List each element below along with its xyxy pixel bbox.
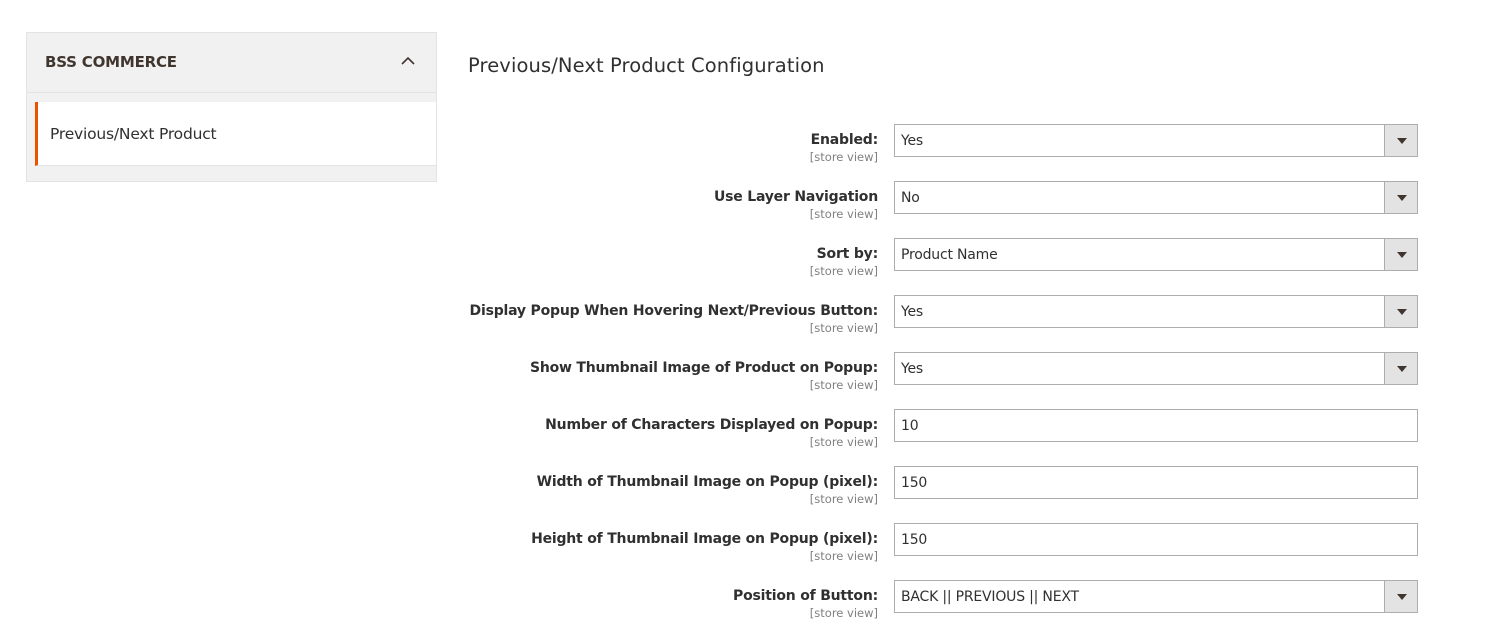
field-label: Position of Button: (733, 588, 878, 604)
sidebar-item-label: Previous/Next Product (50, 125, 217, 143)
field-label: Width of Thumbnail Image on Popup (pixel… (536, 474, 879, 490)
page-title: Previous/Next Product Configuration (468, 54, 825, 77)
sidebar-section-header[interactable]: BSS COMMERCE (27, 33, 436, 93)
position-of-button-select[interactable]: BACK || PREVIOUS || NEXT (894, 580, 1418, 613)
dropdown-arrow-icon[interactable] (1384, 296, 1417, 327)
select-value: Yes (901, 361, 923, 377)
field-use-layer-navigation: Use Layer Navigation [store view] No (460, 181, 1420, 221)
number-of-characters-input[interactable] (894, 409, 1418, 442)
select-value: Yes (901, 304, 923, 320)
field-enabled: Enabled: [store view] Yes (460, 124, 1420, 164)
thumbnail-height-input[interactable] (894, 523, 1418, 556)
sidebar-section-title: BSS COMMERCE (45, 53, 177, 71)
field-scope: [store view] (809, 549, 878, 563)
field-label: Number of Characters Displayed on Popup: (545, 417, 878, 433)
field-label: Show Thumbnail Image of Product on Popup… (529, 360, 878, 376)
field-scope: [store view] (809, 435, 878, 449)
use-layer-navigation-select[interactable]: No (894, 181, 1418, 214)
select-value: No (901, 190, 920, 206)
field-label: Use Layer Navigation (713, 189, 878, 205)
show-thumbnail-select[interactable]: Yes (894, 352, 1418, 385)
chevron-up-icon[interactable] (400, 53, 416, 69)
field-label: Sort by: (816, 246, 879, 262)
field-scope: [store view] (809, 207, 878, 221)
enabled-select[interactable]: Yes (894, 124, 1418, 157)
dropdown-arrow-icon[interactable] (1384, 353, 1417, 384)
field-label: Display Popup When Hovering Next/Previou… (469, 303, 879, 319)
field-position-of-button: Position of Button: [store view] BACK ||… (460, 580, 1420, 620)
field-number-of-characters: Number of Characters Displayed on Popup:… (460, 409, 1420, 449)
field-label: Enabled: (810, 132, 879, 148)
select-value: Yes (901, 133, 923, 149)
dropdown-arrow-icon[interactable] (1384, 581, 1417, 612)
select-value: BACK || PREVIOUS || NEXT (901, 589, 1079, 605)
sort-by-select[interactable]: Product Name (894, 238, 1418, 271)
field-scope: [store view] (809, 150, 878, 164)
field-thumbnail-width: Width of Thumbnail Image on Popup (pixel… (460, 466, 1420, 506)
field-display-popup: Display Popup When Hovering Next/Previou… (460, 295, 1420, 335)
display-popup-select[interactable]: Yes (894, 295, 1418, 328)
thumbnail-width-input[interactable] (894, 466, 1418, 499)
field-scope: [store view] (809, 264, 878, 278)
dropdown-arrow-icon[interactable] (1384, 125, 1417, 156)
field-scope: [store view] (809, 492, 878, 506)
field-scope: [store view] (809, 378, 878, 392)
dropdown-arrow-icon[interactable] (1384, 182, 1417, 213)
field-label: Height of Thumbnail Image on Popup (pixe… (531, 531, 878, 547)
field-scope: [store view] (809, 606, 878, 620)
field-scope: [store view] (809, 321, 878, 335)
field-thumbnail-height: Height of Thumbnail Image on Popup (pixe… (460, 523, 1420, 563)
dropdown-arrow-icon[interactable] (1384, 239, 1417, 270)
sidebar-item-previous-next-product[interactable]: Previous/Next Product (35, 102, 436, 166)
config-sidebar: BSS COMMERCE Previous/Next Product (26, 32, 437, 182)
field-show-thumbnail: Show Thumbnail Image of Product on Popup… (460, 352, 1420, 392)
select-value: Product Name (901, 247, 998, 263)
field-sort-by: Sort by: [store view] Product Name (460, 238, 1420, 278)
